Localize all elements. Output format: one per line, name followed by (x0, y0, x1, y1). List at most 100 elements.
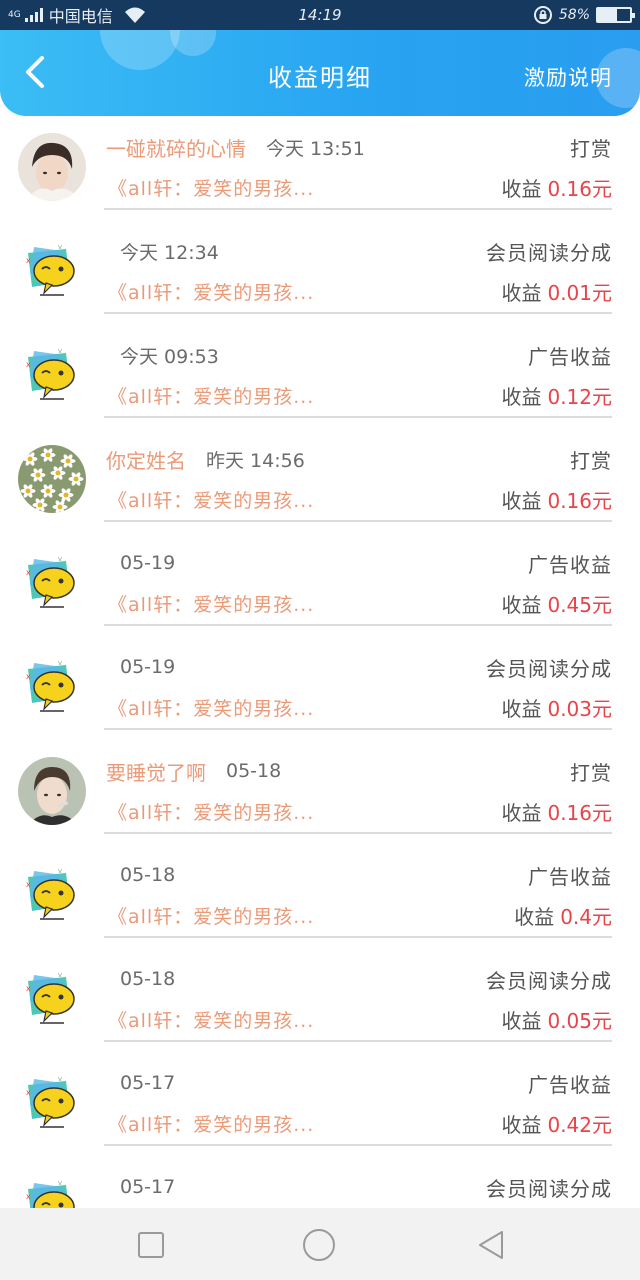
svg-text:x: x (26, 1088, 31, 1097)
avatar[interactable]: xv (18, 653, 86, 721)
book-title[interactable]: 《all轩：爱笑的男孩... (108, 1006, 314, 1033)
incentive-info-link[interactable]: 激励说明 (524, 62, 612, 92)
book-title[interactable]: 《all轩：爱笑的男孩... (108, 486, 314, 513)
earning-value: 收益 0.42元 (501, 1109, 612, 1138)
row-divider (104, 936, 612, 938)
earning-amount: 0.16元 (547, 176, 612, 201)
book-title[interactable]: 《all轩：爱笑的男孩... (108, 902, 314, 929)
svg-text:x: x (26, 984, 31, 993)
user-photo-avatar (18, 757, 86, 825)
earning-row[interactable]: 一碰就碎的心情 今天 13:51 打赏 《all轩：爱笑的男孩... 收益 0.16元 (0, 116, 640, 220)
earning-type: 打赏 (570, 136, 612, 161)
earning-row[interactable]: x v 05-18 会员阅读分成 《all轩：爱笑的男孩... 收益 0.05元 (0, 948, 640, 1052)
earning-value: 收益 0.4元 (514, 901, 612, 930)
row-bottom-line: 《all轩：爱笑的男孩... 收益 0.16元 (108, 796, 612, 826)
row-divider (104, 208, 612, 210)
earning-row[interactable]: 你定姓名 昨天 14:56 打赏 《all轩：爱笑的男孩... 收益 0.16元 (0, 428, 640, 532)
row-top-line: 今天 09:53 广告收益 (106, 340, 612, 370)
avatar[interactable]: xv (18, 549, 86, 617)
svg-text:x: x (26, 1192, 31, 1201)
earning-amount: 0.4元 (560, 904, 612, 929)
avatar[interactable]: xv (18, 965, 86, 1033)
svg-text:v: v (58, 1179, 62, 1187)
avatar[interactable] (18, 133, 86, 201)
back-triangle-icon[interactable] (474, 1228, 508, 1262)
earning-amount: 0.01元 (547, 280, 612, 305)
earning-label: 收益 (501, 696, 542, 721)
header-bar: 收益明细 激励说明 (0, 30, 640, 116)
earning-label: 收益 (501, 384, 542, 409)
book-title[interactable]: 《all轩：爱笑的男孩... (108, 590, 314, 617)
book-title[interactable]: 《all轩：爱笑的男孩... (108, 798, 314, 825)
timestamp: 05-19 (120, 656, 176, 678)
timestamp: 昨天 14:56 (206, 449, 305, 472)
row-top-line: 05-19 广告收益 (106, 548, 612, 578)
svg-text:x: x (26, 256, 31, 265)
timestamp: 今天 09:53 (120, 345, 219, 368)
svg-text:v: v (58, 867, 62, 875)
earning-row[interactable]: x v 今天 12:34 会员阅读分成 《all轩：爱笑的男孩... 收益 0.01元 (0, 220, 640, 324)
nickname[interactable]: 一碰就碎的心情 (106, 133, 246, 162)
earning-row[interactable]: x v 05-18 广告收益 《all轩：爱笑的男孩... 收益 0.4元 (0, 844, 640, 948)
earning-row[interactable]: x v 05-17 广告收益 《all轩：爱笑的男孩... 收益 0.42元 (0, 1052, 640, 1156)
row-top-line: 要睡觉了啊 05-18 打赏 (106, 756, 612, 786)
wifi-icon (124, 7, 145, 23)
default-avatar-icon: xv (18, 1173, 86, 1208)
row-bottom-line: 《all轩：爱笑的男孩... 收益 0.12元 (108, 380, 612, 410)
earning-type: 会员阅读分成 (486, 968, 612, 993)
avatar[interactable]: xv (18, 341, 86, 409)
default-avatar-icon: xv (18, 549, 86, 617)
svg-text:v: v (58, 555, 62, 563)
nickname[interactable]: 你定姓名 (106, 445, 186, 474)
home-circle-icon[interactable] (302, 1228, 336, 1262)
book-title[interactable]: 《all轩：爱笑的男孩... (108, 382, 314, 409)
earning-row[interactable]: 要睡觉了啊 05-18 打赏《all轩：爱笑的男孩... 收益 0.16元 (0, 740, 640, 844)
earning-label: 收益 (501, 800, 542, 825)
avatar[interactable]: xv (18, 861, 86, 929)
earning-value: 收益 0.01元 (501, 277, 612, 306)
book-title[interactable]: 《all轩：爱笑的男孩... (108, 174, 314, 201)
timestamp: 05-18 (120, 968, 176, 990)
row-top-line: 05-17 广告收益 (106, 1068, 612, 1098)
earning-amount: 0.16元 (547, 800, 612, 825)
earning-row[interactable]: x v 05-19 会员阅读分成 《all轩：爱笑的男孩... 收益 0.03元 (0, 636, 640, 740)
earning-label: 收益 (514, 904, 555, 929)
svg-text:x: x (26, 568, 31, 577)
carrier-name: 中国电信 (48, 7, 113, 26)
default-avatar-icon: xv (18, 861, 86, 929)
nickname[interactable]: 要睡觉了啊 (106, 757, 206, 786)
row-divider (104, 624, 612, 626)
earning-value: 收益 0.16元 (501, 173, 612, 202)
row-bottom-line: 《all轩：爱笑的男孩... 收益 0.4元 (108, 900, 612, 930)
avatar[interactable]: xv (18, 237, 86, 305)
earning-value: 收益 0.16元 (501, 485, 612, 514)
battery-level (598, 9, 617, 21)
earning-row[interactable]: x v 05-19 广告收益 《all轩：爱笑的男孩... 收益 0.45元 (0, 532, 640, 636)
avatar[interactable] (18, 757, 86, 825)
earning-row[interactable]: x v 05-17 会员阅读分成 (0, 1156, 640, 1208)
flower-avatar-icon (18, 445, 86, 513)
status-right: 58% (533, 5, 635, 25)
avatar[interactable]: xv (18, 1069, 86, 1137)
earning-row[interactable]: x v 今天 09:53 广告收益 《all轩：爱笑的男孩... 收益 0.12元 (0, 324, 640, 428)
signal-icon (24, 8, 43, 22)
earnings-list: 一碰就碎的心情 今天 13:51 打赏 《all轩：爱笑的男孩... 收益 0.16元 x v… (0, 116, 640, 1208)
earning-type: 打赏 (570, 760, 612, 785)
default-avatar-icon: xv (18, 1069, 86, 1137)
book-title[interactable]: 《all轩：爱笑的男孩... (108, 278, 314, 305)
default-avatar-icon: xv (18, 237, 86, 305)
book-title[interactable]: 《all轩：爱笑的男孩... (108, 694, 314, 721)
recent-apps-square-icon[interactable] (134, 1228, 168, 1262)
network-type: 4G (8, 9, 21, 20)
earning-type: 广告收益 (528, 552, 612, 577)
svg-text:v: v (58, 1075, 62, 1083)
timestamp: 05-18 (226, 760, 282, 782)
avatar[interactable]: xv (18, 1173, 86, 1208)
status-left: 4G 中国电信 (8, 3, 147, 27)
earning-value: 收益 0.16元 (501, 797, 612, 826)
row-bottom-line: 《all轩：爱笑的男孩... 收益 0.45元 (108, 588, 612, 618)
book-title[interactable]: 《all轩：爱笑的男孩... (108, 1110, 314, 1137)
earning-amount: 0.45元 (547, 592, 612, 617)
system-nav-bar (0, 1208, 640, 1280)
avatar[interactable] (18, 445, 86, 513)
